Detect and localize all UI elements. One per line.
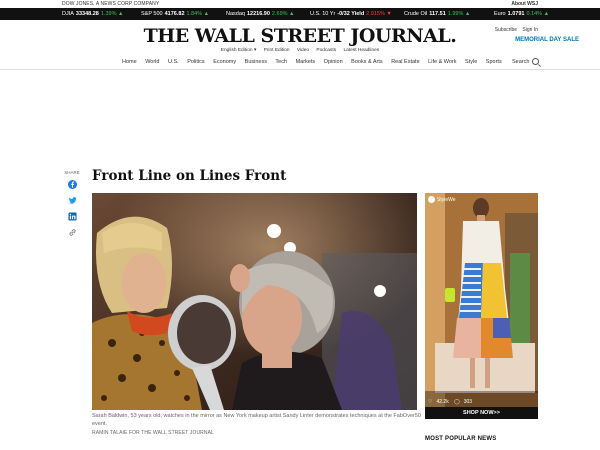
- ticker-change: 0.14%: [526, 11, 543, 17]
- most-popular-heading: MOST POPULAR NEWS: [425, 436, 497, 442]
- photo-credit: RAMIN TALAIE FOR THE WALL STREET JOURNAL: [92, 430, 214, 436]
- heart-icon: ♡: [428, 399, 433, 405]
- ad-brand-name: StyleWe: [437, 196, 456, 203]
- up-arrow-icon: ▲: [116, 11, 124, 17]
- signin-link[interactable]: Sign In: [522, 27, 538, 33]
- search-button[interactable]: Search: [512, 58, 540, 65]
- ad-likes: 42.2k: [436, 399, 449, 405]
- promo-link[interactable]: MEMORIAL DAY SALE: [515, 37, 579, 43]
- advertisement[interactable]: StyleWe ♡ 42.2k ◯ 303 SHOP NOW>>: [425, 193, 538, 419]
- up-arrow-icon: ▲: [542, 11, 550, 17]
- article-photo[interactable]: [92, 193, 417, 410]
- corporate-bar: DOW JONES, A NEWS CORP COMPANY About WSJ: [0, 0, 600, 8]
- print-edition-link[interactable]: Print Edition: [264, 48, 290, 53]
- market-ticker: DJIA 33348.28 1.39% ▲ S&P 500 4176.82 1.84% …: [0, 8, 600, 20]
- ticker-change: 1.99%: [447, 11, 464, 17]
- ticker-change: 1.84%: [186, 11, 203, 17]
- nav-item-books-arts[interactable]: Books & Arts: [351, 59, 383, 65]
- ticker-value: 12216.90: [246, 11, 270, 17]
- linkedin-icon[interactable]: [67, 212, 77, 221]
- about-link[interactable]: About WSJ: [511, 1, 538, 7]
- makeup-artist-photo: [92, 193, 417, 410]
- ticker-name: S&P 500: [141, 11, 163, 17]
- corporate-label: DOW JONES, A NEWS CORP COMPANY: [62, 1, 160, 7]
- ad-image: [425, 193, 538, 419]
- nav-item-home[interactable]: Home: [122, 59, 137, 65]
- nav-item-tech[interactable]: Tech: [275, 59, 287, 65]
- article-headline: Front Line on Lines Front: [92, 168, 287, 184]
- link-icon[interactable]: [68, 228, 77, 237]
- podcasts-link[interactable]: Podcasts: [316, 48, 336, 53]
- comment-icon: ◯: [454, 399, 460, 405]
- latest-headlines-link[interactable]: Latest Headlines: [343, 48, 379, 53]
- ticker-value: 1.0791: [507, 11, 525, 17]
- nav-item-sports[interactable]: Sports: [486, 59, 502, 65]
- nav-item-opinion[interactable]: Opinion: [324, 59, 343, 65]
- nav-item-world[interactable]: World: [145, 59, 159, 65]
- ticker-name: DJIA: [62, 11, 74, 17]
- shop-now-button[interactable]: SHOP NOW>>: [425, 407, 538, 419]
- up-arrow-icon: ▲: [463, 11, 471, 17]
- nav-item-style[interactable]: Style: [465, 59, 477, 65]
- share-label: SHARE: [64, 170, 80, 175]
- ticker-value: 117.51: [429, 11, 446, 17]
- nav-item-economy[interactable]: Economy: [213, 59, 236, 65]
- ticker-item-nasdaq[interactable]: Nasdaq 12216.90 2.69% ▲: [226, 11, 295, 17]
- ticker-item-djia[interactable]: DJIA 33348.28 1.39% ▲: [62, 11, 123, 17]
- ticker-value: -0/32 Yield: [337, 11, 365, 17]
- twitter-icon[interactable]: [68, 196, 77, 205]
- ticker-value: 33348.28: [75, 11, 99, 17]
- nav-item-life-work[interactable]: Life & Work: [428, 59, 456, 65]
- nav-item-real-estate[interactable]: Real Estate: [391, 59, 419, 65]
- ticker-item-crude[interactable]: Crude Oil 117.51 1.99% ▲: [404, 11, 470, 17]
- edition-select[interactable]: English Edition ▾: [221, 48, 256, 53]
- ticker-name: U.S. 10 Yr: [310, 11, 336, 17]
- ad-brand: StyleWe: [428, 196, 456, 203]
- up-arrow-icon: ▲: [202, 11, 210, 17]
- up-arrow-icon: ▲: [287, 11, 295, 17]
- video-link[interactable]: Video: [297, 48, 309, 53]
- nav-item-markets[interactable]: Markets: [296, 59, 316, 65]
- ticker-name: Euro: [494, 11, 506, 17]
- search-icon: [532, 58, 540, 65]
- search-label: Search: [512, 58, 530, 65]
- ad-comments: 303: [463, 399, 473, 405]
- subscribe-link[interactable]: Subscribe: [495, 27, 517, 33]
- ticker-change: 1.39%: [100, 11, 117, 17]
- ticker-name: Crude Oil: [404, 11, 428, 17]
- nav-item-us[interactable]: U.S.: [168, 59, 179, 65]
- nav-item-politics[interactable]: Politics: [187, 59, 204, 65]
- down-arrow-icon: ▼: [384, 11, 392, 17]
- share-rail: SHARE: [62, 170, 82, 244]
- photo-caption: Sarah Baldwin, 53 years old, watches in …: [92, 413, 421, 427]
- facebook-icon[interactable]: [67, 180, 77, 189]
- site-header: THE WALL STREET JOURNAL. English Edition…: [0, 20, 600, 56]
- ticker-item-euro[interactable]: Euro 1.0791 0.14% ▲: [494, 11, 549, 17]
- nav-item-business[interactable]: Business: [245, 59, 267, 65]
- edition-links: English Edition ▾ Print Edition Video Po…: [0, 48, 600, 53]
- ad-stats: ♡ 42.2k ◯ 303: [428, 399, 476, 405]
- account-links: Subscribe Sign In: [491, 27, 538, 33]
- ticker-item-sp500[interactable]: S&P 500 4176.82 1.84% ▲: [141, 11, 209, 17]
- main-nav: Home World U.S. Politics Economy Busines…: [0, 56, 600, 70]
- ticker-change: 2.915%: [366, 11, 385, 17]
- ticker-value: 4176.82: [164, 11, 185, 17]
- ticker-change: 2.69%: [271, 11, 288, 17]
- brand-logo-icon: [428, 196, 435, 203]
- ticker-name: Nasdaq: [226, 11, 245, 17]
- ticker-item-10yr[interactable]: U.S. 10 Yr -0/32 Yield 2.915% ▼: [310, 11, 392, 17]
